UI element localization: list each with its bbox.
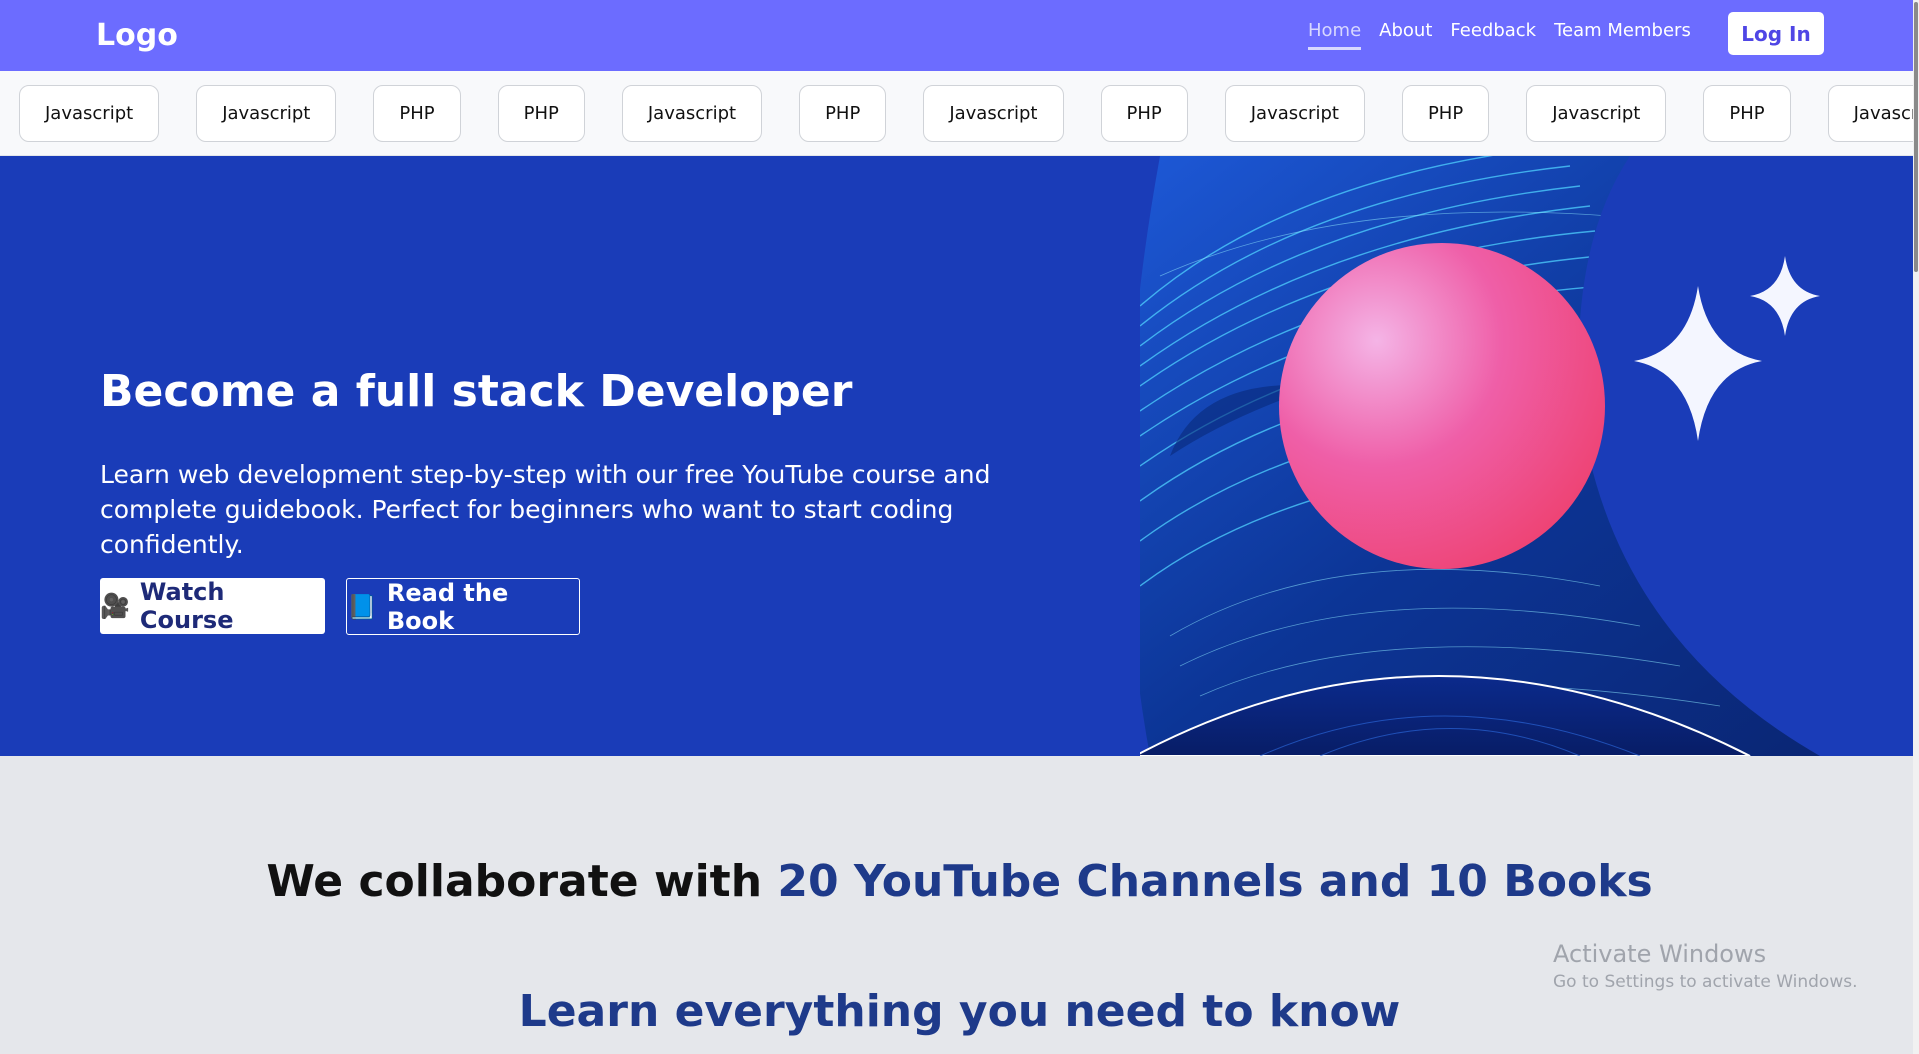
collab-prefix: We collaborate with — [266, 856, 778, 907]
tag-chip[interactable]: PHP — [373, 85, 461, 142]
tag-row: Javascript Javascript PHP PHP Javascript… — [19, 85, 1913, 142]
tag-chip[interactable]: Javascript — [1526, 85, 1667, 142]
tag-chip[interactable]: Javascript — [621, 85, 763, 142]
tag-chip[interactable]: Javascript — [19, 85, 160, 142]
tag-chip[interactable]: Javascript — [923, 85, 1064, 142]
tag-chip[interactable]: Javascript — [1224, 85, 1365, 142]
nav-links: Home About Feedback Team Members — [1308, 20, 1691, 50]
tag-chip[interactable]: PHP — [497, 85, 585, 142]
hero-illustration — [1140, 156, 1821, 756]
tag-chip[interactable]: PHP — [1100, 85, 1188, 142]
nav-link-feedback[interactable]: Feedback — [1450, 20, 1536, 50]
hero-section: Become a full stack Developer Learn web … — [0, 156, 1913, 756]
logo[interactable]: Logo — [96, 18, 178, 53]
watch-course-label: Watch Course — [139, 578, 234, 634]
nav-link-team-members[interactable]: Team Members — [1554, 20, 1691, 50]
hero-title: Become a full stack Developer — [100, 366, 853, 417]
big-sparkle — [1634, 286, 1762, 441]
tag-chip[interactable]: PHP — [799, 85, 887, 142]
tag-chip[interactable]: PHP — [1703, 85, 1791, 142]
hero-description: Learn web development step-by-step with … — [100, 460, 991, 559]
small-sparkle — [1750, 256, 1820, 336]
video-camera-icon: 🎥 — [100, 592, 130, 620]
scrollbar-thumb[interactable] — [1914, 2, 1918, 272]
learn-heading: Learn everything you need to know — [518, 986, 1401, 1037]
read-book-button[interactable]: 📘 Read the Book — [346, 578, 580, 635]
activate-windows-watermark: Activate Windows Go to Settings to activ… — [1553, 940, 1858, 992]
nav-link-about[interactable]: About — [1379, 20, 1432, 50]
collab-highlight: 20 YouTube Channels and 10 Books — [777, 856, 1653, 907]
watermark-subtitle: Go to Settings to activate Windows. — [1553, 972, 1858, 992]
tag-chip[interactable]: Javascript — [196, 85, 337, 142]
navbar: Logo Home About Feedback Team Members Lo… — [0, 0, 1913, 71]
nav-link-home[interactable]: Home — [1308, 20, 1362, 50]
tag-strip: Javascript Javascript PHP PHP Javascript… — [0, 71, 1913, 156]
collab-heading: We collaborate with 20 YouTube Channels … — [0, 856, 1919, 907]
read-book-label: Read the Book — [386, 578, 509, 635]
login-button[interactable]: Log In — [1728, 12, 1824, 55]
watch-course-button[interactable]: 🎥 Watch Course — [100, 578, 325, 634]
tag-chip[interactable]: PHP — [1401, 85, 1490, 142]
watermark-title: Activate Windows — [1553, 940, 1767, 968]
pink-sphere — [1279, 243, 1605, 569]
book-icon: 📘 — [347, 592, 377, 621]
tag-chip[interactable]: Javascript — [1827, 85, 1913, 142]
